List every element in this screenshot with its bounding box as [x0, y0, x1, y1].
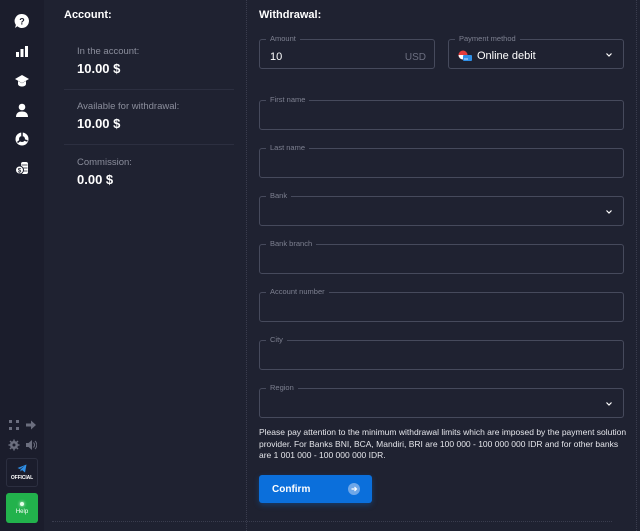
commission-label: Commission:	[77, 157, 132, 168]
divider	[64, 144, 234, 145]
official-telegram-button[interactable]: OFFICIAL	[6, 458, 38, 487]
region-select[interactable]: Region	[259, 383, 624, 418]
payment-method-value: Online debit	[477, 50, 536, 62]
available-withdrawal-label: Available for withdrawal:	[77, 101, 180, 112]
last-name-label: Last name	[266, 143, 310, 153]
commission-row: Commission: 0.00 $	[77, 157, 247, 212]
chevron-down-icon	[606, 53, 612, 57]
amount-value: 10	[270, 51, 283, 63]
right-divider	[636, 0, 637, 531]
withdrawal-title: Withdrawal:	[259, 9, 322, 21]
region-label: Region	[266, 383, 298, 393]
withdrawal-limits-notice: Please pay attention to the minimum with…	[259, 427, 627, 460]
account-title: Account:	[64, 9, 112, 21]
coins-icon[interactable]: $	[12, 158, 32, 178]
first-name-label: First name	[266, 95, 310, 105]
telegram-icon	[17, 464, 27, 473]
help-icon[interactable]: ?	[12, 11, 32, 31]
bottom-divider	[52, 521, 612, 522]
help-button[interactable]: Help	[6, 493, 38, 523]
payment-method-select[interactable]: Payment method Online debit	[448, 34, 624, 69]
city-label: City	[266, 335, 287, 345]
user-icon[interactable]	[12, 100, 32, 120]
commission-value: 0.00 $	[77, 172, 114, 187]
account-number-label: Account number	[266, 287, 329, 297]
pie-chart-icon[interactable]	[12, 129, 32, 149]
online-debit-icon	[458, 50, 472, 61]
help-label: Help	[15, 508, 29, 515]
chevron-down-icon	[606, 210, 612, 214]
bank-branch-input[interactable]: Bank branch	[259, 239, 624, 274]
help-status-dot	[20, 501, 24, 506]
amount-label: Amount	[266, 34, 300, 44]
payment-method-label: Payment method	[455, 34, 520, 44]
confirm-button[interactable]: Confirm	[259, 475, 372, 503]
available-withdrawal-row: Available for withdrawal: 10.00 $	[77, 101, 247, 156]
svg-text:?: ?	[19, 17, 25, 27]
amount-currency: USD	[404, 52, 426, 63]
last-name-input[interactable]: Last name	[259, 143, 624, 178]
first-name-input[interactable]: First name	[259, 95, 624, 130]
sound-icon[interactable]	[24, 438, 38, 452]
arrow-right-icon	[348, 483, 360, 495]
fullscreen-icon[interactable]	[7, 418, 21, 432]
account-balance-label: In the account:	[77, 46, 140, 57]
account-balance-row: In the account: 10.00 $	[77, 46, 247, 101]
official-label: OFFICIAL	[10, 475, 34, 481]
available-withdrawal-value: 10.00 $	[77, 116, 121, 131]
amount-input[interactable]: Amount 10 USD	[259, 34, 435, 69]
bank-label: Bank	[266, 191, 292, 201]
account-balance-value: 10.00 $	[77, 61, 121, 76]
sidebar: ? $ OFFICIAL Help	[0, 0, 44, 531]
confirm-label: Confirm	[272, 484, 311, 495]
city-input[interactable]: City	[259, 335, 624, 370]
account-number-input[interactable]: Account number	[259, 287, 624, 322]
settings-gear-icon[interactable]	[7, 438, 21, 452]
bank-select[interactable]: Bank	[259, 191, 624, 226]
panel-divider	[246, 0, 247, 531]
bank-branch-label: Bank branch	[266, 239, 317, 249]
divider	[64, 89, 234, 90]
chart-bars-icon[interactable]	[12, 41, 32, 61]
education-icon[interactable]	[12, 71, 32, 91]
logout-arrow-icon[interactable]	[24, 418, 38, 432]
chevron-down-icon	[606, 402, 612, 406]
